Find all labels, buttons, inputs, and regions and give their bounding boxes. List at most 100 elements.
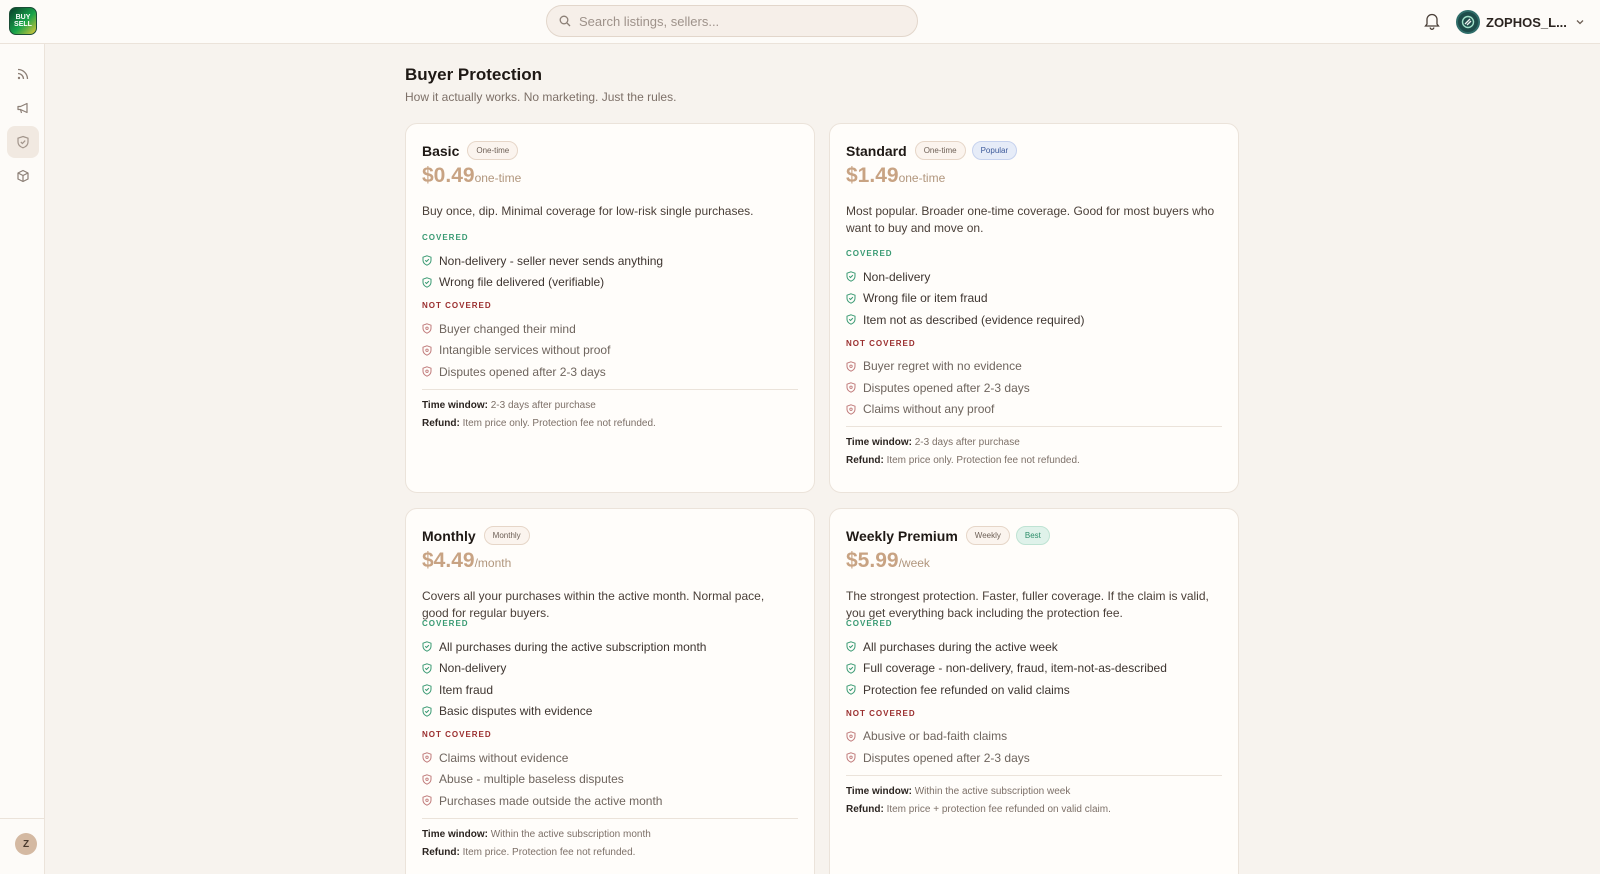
sidebar-item-orders[interactable] [7,160,39,192]
covered-label: COVERED [846,619,893,628]
user-menu[interactable]: ZOPHOS_L... [1456,9,1585,35]
covered-item-text: Non-delivery - seller never sends anythi… [439,253,664,268]
refund-value: Item price only. Protection fee not refu… [462,417,656,429]
shield-alert-icon [422,752,432,763]
refund-label: Refund: [846,803,884,815]
plan-description: Most popular. Broader one-time coverage.… [846,204,1215,235]
time-window-label: Time window: [846,437,912,448]
plan-badge: Best [1015,526,1050,545]
covered-item: Basic disputes with evidence [422,701,706,723]
covered-item-text: Protection fee refunded on valid claims [863,682,1070,697]
not-covered-item-text: Disputes opened after 2-3 days [439,364,606,379]
not-covered-item: Disputes opened after 2-3 days [846,747,1030,769]
price-unit: /week [898,556,930,570]
plan-name: Monthly [422,527,476,544]
shield-check-icon [846,663,856,674]
search-icon [559,15,571,27]
not-covered-item-text: Abuse - multiple baseless disputes [439,772,624,787]
not-covered-item: Claims without any proof [846,399,1030,421]
shield-check-icon [422,684,432,695]
page-subtitle: How it actually works. No marketing. Jus… [405,90,677,104]
refund-label: Refund: [846,455,884,466]
covered-item-text: All purchases during the active subscrip… [439,639,707,654]
covered-item-text: Non-delivery [439,661,507,676]
sidebar-avatar[interactable]: Z [15,833,37,855]
shield-check-icon [422,277,432,288]
plan-footer: Time window: 2-3 days after purchase Ref… [422,397,656,433]
price-amount: $0.49 [422,164,475,187]
app-logo[interactable]: BUY SELL [9,7,37,35]
covered-section: COVERED Non-delivery - seller never send… [422,233,663,293]
not-covered-label: NOT COVERED [422,301,492,310]
plan-badge: Popular [971,141,1018,160]
plan-name: Standard [846,142,907,159]
plan-badge: One-time [914,141,966,160]
not-covered-section: NOT COVERED Abusive or bad-faith claims D… [846,709,1030,769]
shield-check-icon [422,255,432,266]
shield-check-icon [846,271,856,282]
covered-item-text: All purchases during the active week [863,639,1058,654]
sidebar: Z [0,44,45,874]
plan-card[interactable]: Monthly Monthly $4.49 /month Covers all … [405,508,815,874]
time-window-label: Time window: [846,785,912,797]
not-covered-item-text: Intangible services without proof [439,343,611,358]
plan-header: Basic One-time [422,141,524,160]
not-covered-item-text: Buyer regret with no evidence [863,359,1022,374]
shield-check-icon [422,706,432,717]
covered-item-text: Basic disputes with evidence [439,704,593,719]
covered-label: COVERED [422,619,469,628]
covered-item-text: Non-delivery [863,269,931,284]
plan-description: Covers all your purchases within the act… [422,589,765,620]
covered-item: Wrong file or item fraud [846,288,1084,310]
plan-description: Buy once, dip. Minimal coverage for low-… [422,204,754,218]
refund-value: Item price + protection fee refunded on … [886,803,1111,815]
top-bar: BUYSELL ZOPHOS_L... [0,0,1600,44]
covered-item-text: Wrong file delivered (verifiable) [439,275,605,290]
not-covered-item-text: Disputes opened after 2-3 days [863,750,1030,765]
time-window-value: 2-3 days after purchase [490,399,596,411]
megaphone-icon [17,102,28,114]
covered-item-text: Item not as described (evidence required… [863,312,1085,327]
search-bar[interactable] [546,5,918,37]
bell-icon[interactable] [1424,12,1440,30]
plan-card[interactable]: Standard One-time Popular $1.49 one-time … [829,123,1239,493]
plan-footer: Time window: Within the active subscript… [846,783,1111,819]
not-covered-label: NOT COVERED [846,338,916,348]
plan-header: Weekly Premium Weekly Best [846,526,1056,545]
shield-alert-icon [846,404,856,415]
shield-alert-icon [846,731,856,742]
price-amount: $4.49 [422,549,475,572]
time-window-value: 2-3 days after purchase [914,437,1020,448]
shield-check-icon [422,663,432,674]
refund-value: Item price. Protection fee not refunded. [462,846,636,858]
not-covered-label: NOT COVERED [422,730,492,739]
shield-alert-icon [422,366,432,377]
sidebar-item-buyer-protection[interactable] [7,126,39,158]
plan-header: Monthly Monthly [422,526,536,545]
refund-label: Refund: [422,417,460,429]
time-window-value: Within the active subscription month [490,828,651,840]
not-covered-item: Claims without evidence [422,747,662,769]
sidebar-divider [0,818,45,819]
user-avatar [1456,10,1480,34]
covered-item: Item fraud [422,679,706,701]
not-covered-label: NOT COVERED [846,708,916,718]
sidebar-item-announcements[interactable] [7,92,39,124]
plan-card[interactable]: Weekly Premium Weekly Best $5.99 /week Th… [829,508,1239,874]
plan-header: Standard One-time Popular [846,141,1023,160]
shield-check-icon [422,641,432,652]
search-input[interactable] [579,13,899,29]
not-covered-item: Buyer changed their mind [422,318,610,340]
plan-card[interactable]: Basic One-time $0.49 one-time Buy once, … [405,123,815,493]
not-covered-item: Buyer regret with no evidence [846,356,1030,378]
not-covered-item-text: Claims without evidence [439,750,569,765]
covered-item: Non-delivery [846,266,1084,288]
sidebar-item-feed[interactable] [7,58,39,90]
time-window-label: Time window: [422,399,488,411]
plan-price: $1.49 one-time [846,164,945,188]
plan-footer: Time window: 2-3 days after purchase Ref… [846,434,1080,470]
package-icon [17,169,29,183]
covered-section: COVERED All purchases during the active … [422,619,706,722]
not-covered-item: Intangible services without proof [422,340,610,362]
card-divider [422,388,798,390]
